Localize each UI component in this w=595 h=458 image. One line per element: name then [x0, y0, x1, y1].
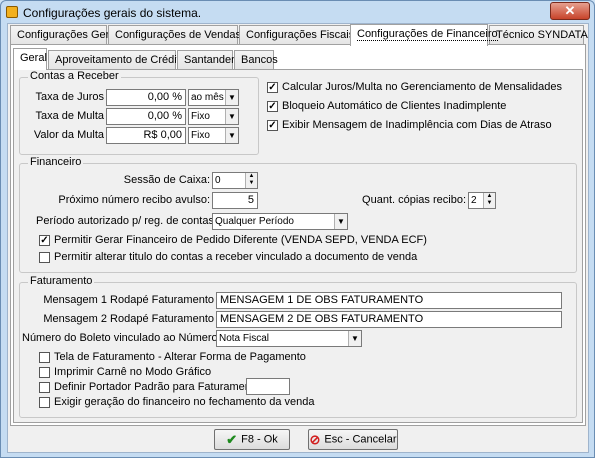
cancel-button[interactable]: ⊘ Esc - Cancelar	[308, 429, 398, 450]
chevron-down-icon: ▼	[225, 109, 238, 124]
geral-panel: Contas a Receber Taxa de Juros 0,00 % ao…	[13, 69, 583, 423]
msg2-label: Mensagem 2 Rodapé Faturamento	[43, 313, 214, 325]
copias-recibo-label: Quant. cópias recibo:	[362, 194, 466, 206]
exigir-financeiro-label: Exigir geração do financeiro no fechamen…	[54, 396, 315, 408]
tab-configuracoes-fiscais[interactable]: Configurações Fiscais	[239, 25, 355, 45]
msg2-input[interactable]: MENSAGEM 2 DE OBS FATURAMENTO	[216, 311, 562, 328]
copias-recibo-spinner[interactable]: 2 ▲ ▼	[468, 192, 496, 209]
financeiro-group: Financeiro Sessão de Caixa: 0 ▲ ▼ Próximo …	[19, 156, 577, 273]
ok-button[interactable]: ✔ F8 - Ok	[214, 429, 290, 450]
subtab-santander[interactable]: Santander	[177, 50, 235, 70]
select-value: Qualquer Período	[215, 216, 294, 227]
permitir-alterar-label: Permitir alterar titulo do contas a rece…	[54, 251, 418, 263]
group-title: Financeiro	[28, 156, 84, 168]
calcular-juros-label: Calcular Juros/Multa no Gerenciamento de…	[282, 81, 563, 93]
tab-configuracoes-vendas[interactable]: Configurações de Vendas	[108, 25, 241, 45]
chevron-down-icon: ▼	[225, 128, 238, 143]
taxa-multa-input[interactable]: 0,00 %	[106, 108, 186, 125]
spinner-value: 2	[471, 195, 477, 206]
button-label: Esc - Cancelar	[324, 433, 397, 446]
msg1-label: Mensagem 1 Rodapé Faturamento	[43, 294, 214, 306]
taxa-multa-label: Taxa de Multa	[35, 110, 104, 122]
exibir-mensagem-checkbox[interactable]: ✓	[267, 120, 278, 131]
sessao-caixa-label: Sessão de Caixa:	[123, 174, 210, 186]
boleto-select[interactable]: Nota Fiscal ▼	[216, 330, 362, 347]
tab-configuracoes-gerais[interactable]: Configurações Gerais	[10, 25, 123, 45]
title-bar[interactable]: Configurações gerais do sistema. ✕	[1, 1, 594, 23]
tab-label: Aproveitamento de Crédito	[55, 54, 186, 66]
select-value: Nota Fiscal	[219, 333, 270, 344]
valor-multa-label: Valor da Multa	[33, 129, 104, 141]
window-title: Configurações gerais do sistema.	[23, 6, 202, 20]
tab-label: Configurações Fiscais	[246, 29, 355, 41]
exibir-mensagem-label: Exibir Mensagem de Inadimplência com Dia…	[282, 119, 552, 131]
subtab-aproveitamento-credito[interactable]: Aproveitamento de Crédito	[48, 50, 186, 70]
financeiro-tab-page: Geral Aproveitamento de Crédito Santande…	[10, 44, 586, 426]
spinner-arrows-icon[interactable]: ▲ ▼	[483, 193, 495, 208]
chevron-down-icon: ▼	[334, 214, 347, 229]
group-title: Contas a Receber	[28, 70, 121, 82]
contas-receber-group: Contas a Receber Taxa de Juros 0,00 % ao…	[19, 70, 259, 155]
taxa-juros-input[interactable]: 0,00 %	[106, 89, 186, 106]
chevron-down-icon: ▼	[225, 90, 238, 105]
subtab-geral[interactable]: Geral	[13, 48, 47, 70]
tab-tecnico-syndata[interactable]: Técnico SYNDATA	[489, 25, 588, 45]
tab-label: Geral	[20, 52, 47, 64]
calcular-juros-checkbox[interactable]: ✓	[267, 82, 278, 93]
cancel-icon: ⊘	[309, 432, 321, 447]
tab-label: Santander	[184, 54, 235, 66]
bloqueio-automatico-checkbox[interactable]: ✓	[267, 101, 278, 112]
tab-label: Bancos	[241, 54, 278, 66]
tela-faturamento-label: Tela de Faturamento - Alterar Forma de P…	[54, 351, 306, 363]
proximo-recibo-label: Próximo número recibo avulso:	[58, 194, 210, 206]
app-icon	[6, 6, 18, 18]
tab-label: Configurações de Vendas	[115, 29, 241, 41]
client-area: Configurações Gerais Configurações de Ve…	[7, 23, 589, 453]
spinner-value: 0	[215, 175, 221, 186]
periodo-select[interactable]: Qualquer Período ▼	[212, 213, 348, 230]
imprimir-carne-checkbox[interactable]	[39, 367, 50, 378]
proximo-recibo-input[interactable]: 5	[212, 192, 258, 209]
msg1-input[interactable]: MENSAGEM 1 DE OBS FATURAMENTO	[216, 292, 562, 309]
portador-input[interactable]	[246, 378, 290, 395]
close-icon: ✕	[564, 3, 576, 18]
tela-faturamento-checkbox[interactable]	[39, 352, 50, 363]
subtab-bancos[interactable]: Bancos	[234, 50, 278, 70]
definir-portador-label: Definir Portador Padrão para Faturamento…	[54, 381, 267, 393]
taxa-juros-label: Taxa de Juros	[35, 91, 104, 103]
tab-configuracoes-financeiro[interactable]: Configurações de Financeiro	[350, 24, 498, 46]
bloqueio-automatico-label: Bloqueio Automático de Clientes Inadimpl…	[282, 100, 507, 112]
imprimir-carne-label: Imprimir Carnê no Modo Gráfico	[54, 366, 212, 378]
valor-multa-unit-select[interactable]: Fixo ▼	[188, 127, 239, 144]
taxa-juros-unit-select[interactable]: ao mês ▼	[188, 89, 239, 106]
permitir-alterar-checkbox[interactable]	[39, 252, 50, 263]
chevron-down-icon: ▼	[348, 331, 361, 346]
dialog-window: Configurações gerais do sistema. ✕ Confi…	[0, 0, 595, 458]
tab-label: Configurações de Financeiro	[357, 28, 498, 41]
exigir-financeiro-checkbox[interactable]	[39, 397, 50, 408]
select-value: Fixo	[191, 111, 210, 122]
definir-portador-checkbox[interactable]	[39, 382, 50, 393]
boleto-label: Número do Boleto vinculado ao Número	[22, 332, 218, 344]
close-button[interactable]: ✕	[550, 2, 590, 20]
permitir-gerar-checkbox[interactable]: ✓	[39, 235, 50, 246]
valor-multa-input[interactable]: R$ 0,00	[106, 127, 186, 144]
faturamento-group: Faturamento Mensagem 1 Rodapé Faturament…	[19, 275, 577, 418]
select-value: ao mês	[191, 92, 224, 103]
periodo-label: Período autorizado p/ reg. de contas:	[36, 215, 218, 227]
button-label: F8 - Ok	[241, 433, 278, 446]
sessao-caixa-spinner[interactable]: 0 ▲ ▼	[212, 172, 258, 189]
permitir-gerar-label: Permitir Gerar Financeiro de Pedido Dife…	[54, 234, 427, 246]
select-value: Fixo	[191, 130, 210, 141]
spinner-arrows-icon[interactable]: ▲ ▼	[245, 173, 257, 188]
group-title: Faturamento	[28, 275, 95, 287]
check-icon: ✔	[226, 432, 238, 447]
tab-label: Técnico SYNDATA	[496, 29, 588, 41]
taxa-multa-unit-select[interactable]: Fixo ▼	[188, 108, 239, 125]
